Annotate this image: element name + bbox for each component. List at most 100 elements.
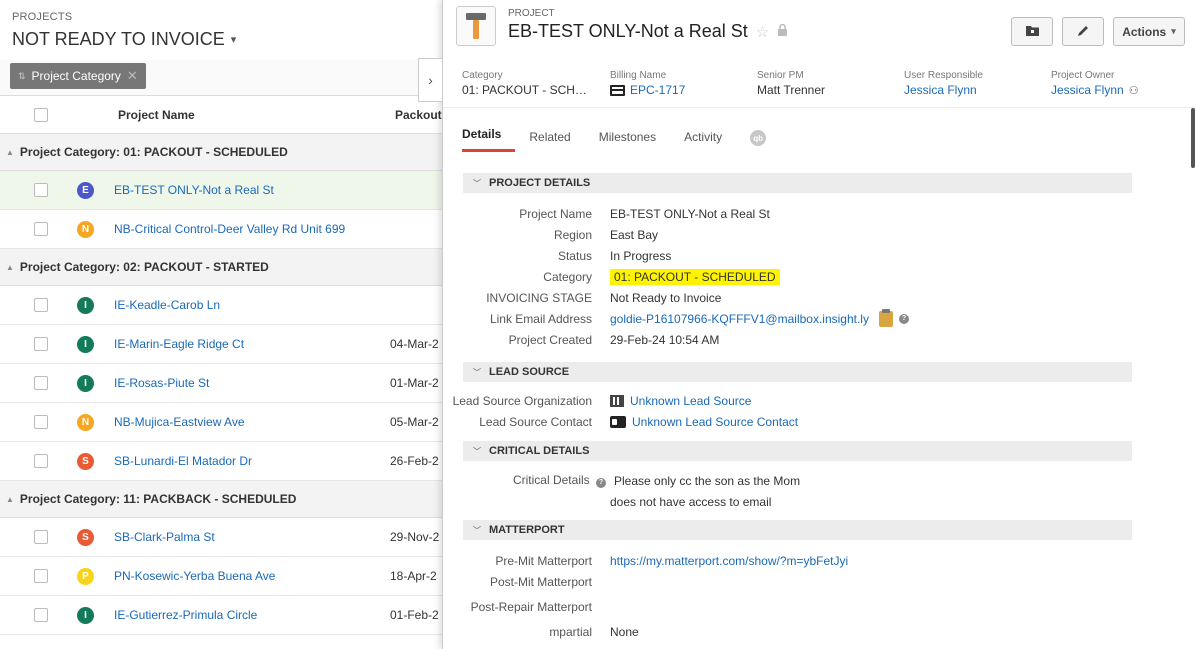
group-header[interactable]: ▲ Project Category: 01: PACKOUT - SCHEDUL…	[0, 134, 442, 171]
tab-related[interactable]: Related	[515, 130, 584, 152]
field-invoicing-stage: INVOICING STAGE Not Ready to Invoice	[443, 287, 1195, 308]
summary-user-label: User Responsible	[904, 70, 983, 81]
help-icon[interactable]: ?	[898, 313, 909, 324]
lead-org-link[interactable]: Unknown Lead Source	[630, 394, 751, 408]
select-all-cell	[0, 107, 118, 122]
scrollbar-thumb[interactable]	[1191, 108, 1195, 168]
field-label-wrap: Critical Details ?	[443, 473, 610, 488]
project-row[interactable]: P PN-Kosewic-Yerba Buena Ave 18-Apr-2	[0, 557, 442, 596]
filter-bar: ⇅ Project Category ✕	[0, 60, 442, 96]
summary-billing-label: Billing Name	[610, 70, 667, 81]
project-name-link[interactable]: SB-Clark-Palma St	[114, 530, 390, 544]
project-name-link[interactable]: IE-Marin-Eagle Ridge Ct	[114, 337, 390, 351]
packout-date: 01-Feb-2	[390, 608, 439, 622]
record-tabs: Details Related Milestones Activity qb	[443, 108, 1195, 152]
summary-owner-link[interactable]: Jessica Flynn	[1051, 83, 1124, 97]
email-link[interactable]: goldie-P16107966-KQFFFV1@mailbox.insight…	[610, 312, 869, 326]
summary-pm-value: Matt Trenner	[757, 83, 826, 97]
row-checkbox[interactable]	[34, 337, 48, 351]
row-checkbox[interactable]	[34, 222, 48, 236]
file-button[interactable]	[1011, 17, 1053, 46]
project-avatar: S	[77, 452, 94, 470]
project-name-link[interactable]: EB-TEST ONLY-Not a Real St	[114, 183, 390, 197]
project-row[interactable]: I IE-Gutierrez-Primula Circle 01-Feb-2	[0, 596, 442, 635]
tab-milestones[interactable]: Milestones	[585, 130, 670, 152]
group-header[interactable]: ▲ Project Category: 11: PACKBACK - SCHEDU…	[0, 481, 442, 518]
star-icon[interactable]: ☆	[756, 23, 769, 41]
actions-dropdown[interactable]: Actions ▾	[1113, 17, 1185, 46]
list-header: PROJECTS NOT READY TO INVOICE ▾	[0, 0, 442, 60]
project-row[interactable]: I IE-Keadle-Carob Ln	[0, 286, 442, 325]
change-owner-icon[interactable]: ⚇	[1129, 84, 1139, 97]
packout-date: 01-Mar-2	[390, 376, 439, 390]
section-critical-details[interactable]: ﹀ CRITICAL DETAILS	[463, 441, 1132, 461]
field-region: Region East Bay	[443, 224, 1195, 245]
field-value: EB-TEST ONLY-Not a Real St	[610, 206, 770, 221]
field-label: INVOICING STAGE	[486, 290, 592, 305]
lead-contact-link[interactable]: Unknown Lead Source Contact	[632, 415, 798, 429]
project-row[interactable]: I IE-Marin-Eagle Ridge Ct 04-Mar-2	[0, 325, 442, 364]
help-icon[interactable]: ?	[596, 477, 606, 488]
project-detail-panel: PROJECT EB-TEST ONLY-Not a Real St ☆ Act…	[442, 0, 1195, 649]
pre-mit-link[interactable]: https://my.matterport.com/show/?m=ybFetJ…	[610, 554, 848, 568]
project-row[interactable]: S SB-Lunardi-El Matador Dr 26-Feb-2	[0, 442, 442, 481]
row-checkbox[interactable]	[34, 569, 48, 583]
remove-chip-icon[interactable]: ✕	[127, 68, 138, 84]
row-checkbox[interactable]	[34, 608, 48, 622]
tab-activity[interactable]: Activity	[670, 130, 736, 152]
section-lead-source[interactable]: ﹀ LEAD SOURCE	[463, 362, 1132, 382]
project-avatar: N	[77, 413, 94, 431]
summary-user-link[interactable]: Jessica Flynn	[904, 83, 1051, 97]
collapse-icon: ▲	[6, 494, 14, 504]
project-name-link[interactable]: PN-Kosewic-Yerba Buena Ave	[114, 569, 390, 583]
row-checkbox[interactable]	[34, 530, 48, 544]
project-row[interactable]: I IE-Rosas-Piute St 01-Mar-2	[0, 364, 442, 403]
project-avatar: I	[77, 335, 94, 353]
clipboard-icon[interactable]	[878, 308, 893, 327]
project-name-link[interactable]: IE-Gutierrez-Primula Circle	[114, 608, 390, 622]
field-value-wrap: 01: PACKOUT - SCHEDULED	[610, 268, 780, 285]
field-label: Category	[543, 269, 592, 284]
project-name-link[interactable]: IE-Keadle-Carob Ln	[114, 298, 390, 312]
project-row[interactable]: S SB-Clark-Palma St 29-Nov-2	[0, 518, 442, 557]
row-checkbox[interactable]	[34, 183, 48, 197]
field-lead-org: Lead Source Organization Unknown Lead So…	[443, 390, 1195, 411]
tab-details[interactable]: Details	[462, 127, 516, 152]
group-label: Project Category: 01: PACKOUT - SCHEDULE…	[19, 145, 288, 159]
section-project-details[interactable]: ﹀ PROJECT DETAILS	[463, 173, 1132, 193]
field-label: Critical Details	[512, 473, 590, 488]
column-packout[interactable]: Packout	[395, 108, 442, 122]
hammer-icon	[456, 6, 496, 46]
edit-button[interactable]	[1062, 17, 1104, 46]
group-header[interactable]: ▲ Project Category: 02: PACKOUT - STARTED	[0, 249, 442, 286]
project-row[interactable]: N NB-Critical Control-Deer Valley Rd Unit…	[0, 210, 442, 249]
row-checkbox[interactable]	[34, 298, 48, 312]
summary-billing-link[interactable]: EPC-1717	[610, 83, 757, 97]
column-project-name[interactable]: Project Name	[118, 108, 395, 122]
project-name-link[interactable]: SB-Lunardi-El Matador Dr	[114, 454, 390, 468]
group-by-chip[interactable]: ⇅ Project Category ✕	[10, 63, 146, 89]
summary-owner-label: Project Owner	[1051, 70, 1115, 81]
section-matterport[interactable]: ﹀ MATTERPORT	[463, 520, 1132, 540]
row-checkbox[interactable]	[34, 415, 48, 429]
project-name-link[interactable]: NB-Critical Control-Deer Valley Rd Unit …	[114, 222, 390, 236]
list-view-selector[interactable]: NOT READY TO INVOICE ▾	[12, 29, 430, 50]
summary-billing-value: EPC-1717	[630, 83, 686, 97]
highlighted-category: 01: PACKOUT - SCHEDULED	[610, 268, 780, 285]
row-checkbox[interactable]	[34, 376, 48, 390]
row-checkbox[interactable]	[34, 454, 48, 468]
project-name-link[interactable]: IE-Rosas-Piute St	[114, 376, 390, 390]
project-row[interactable]: N NB-Mujica-Eastview Ave 05-Mar-2	[0, 403, 442, 442]
lock-icon[interactable]	[777, 23, 788, 40]
project-row[interactable]: E EB-TEST ONLY-Not a Real St	[0, 171, 442, 210]
packout-date: 18-Apr-2	[390, 569, 437, 583]
select-all-checkbox[interactable]	[34, 107, 48, 122]
caret-down-icon: ▾	[1171, 26, 1176, 36]
project-name-link[interactable]: NB-Mujica-Eastview Ave	[114, 415, 390, 429]
tab-quickbooks[interactable]: qb	[736, 130, 780, 153]
summary-pm: Senior PM Matt Trenner	[757, 60, 904, 107]
field-value: 29-Feb-24 10:54 AM	[610, 332, 720, 347]
expand-panel-button[interactable]: ›	[418, 58, 442, 102]
packout-date: 04-Mar-2	[390, 337, 439, 351]
field-critical-details: Critical Details ? Please only cc the so…	[443, 470, 1195, 491]
